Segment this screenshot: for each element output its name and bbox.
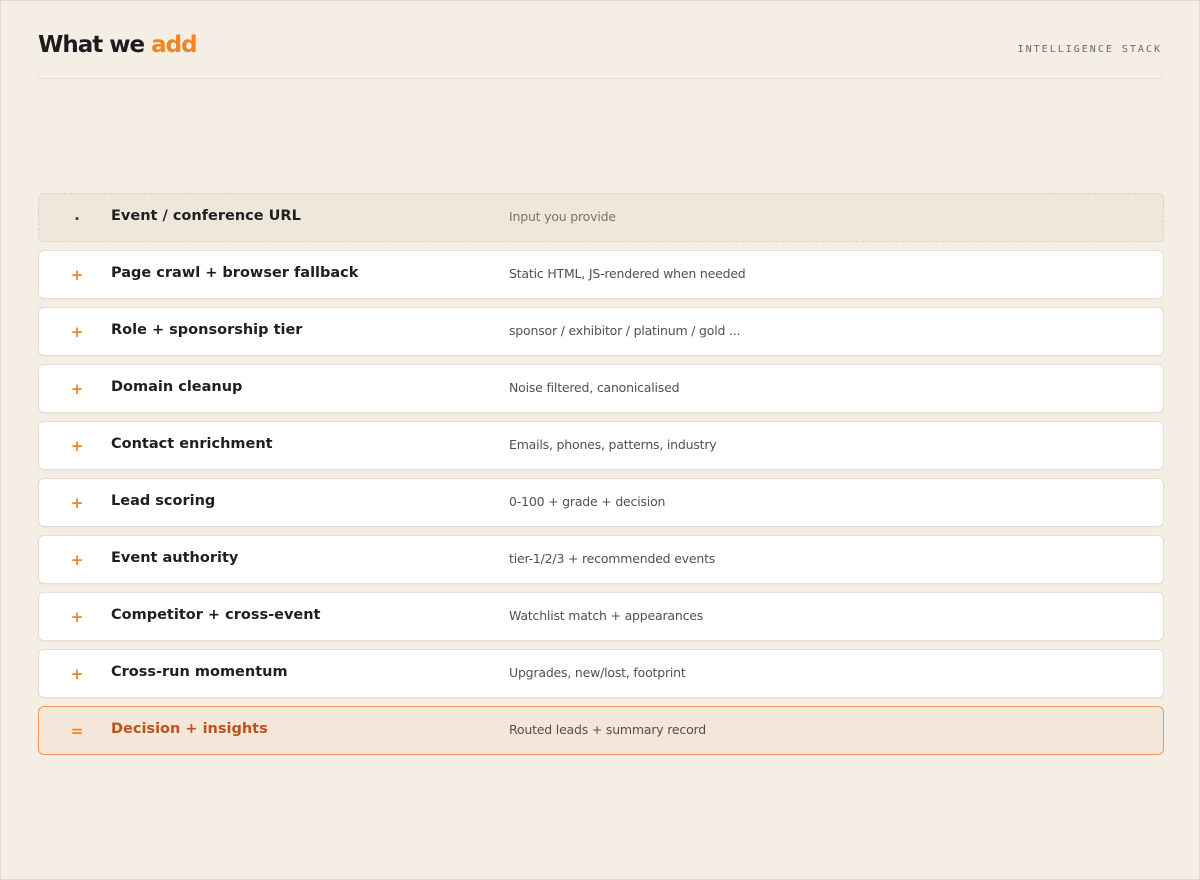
- stack-row-competitor: + Competitor + cross-event Watchlist mat…: [38, 592, 1164, 641]
- stack-row-contact-enrichment: + Contact enrichment Emails, phones, pat…: [38, 421, 1164, 470]
- intelligence-stack-list: . Event / conference URL Input you provi…: [38, 193, 1164, 763]
- page-title-accent: add: [151, 32, 197, 58]
- stack-row-name: Event authority: [111, 550, 239, 566]
- stack-row-event-url: . Event / conference URL Input you provi…: [38, 193, 1164, 242]
- stack-row-name: Competitor + cross-event: [111, 607, 321, 623]
- stack-row-description: Static HTML, JS-rendered when needed: [509, 266, 746, 281]
- equals-icon: =: [70, 722, 84, 740]
- plus-icon: +: [70, 437, 84, 455]
- header: What we add INTELLIGENCE STACK: [38, 1, 1162, 79]
- stack-row-name: Page crawl + browser fallback: [111, 265, 359, 281]
- plus-icon: +: [70, 665, 84, 683]
- stack-row-description: Upgrades, new/lost, footprint: [509, 665, 686, 680]
- stack-row-name: Domain cleanup: [111, 379, 243, 395]
- stack-row-cross-run-momentum: + Cross-run momentum Upgrades, new/lost,…: [38, 649, 1164, 698]
- stack-row-name: Event / conference URL: [111, 208, 301, 224]
- stack-row-page-crawl: + Page crawl + browser fallback Static H…: [38, 250, 1164, 299]
- stack-row-description: Emails, phones, patterns, industry: [509, 437, 717, 452]
- page-title-prefix: What we: [38, 32, 152, 58]
- plus-icon: +: [70, 494, 84, 512]
- plus-icon: +: [70, 323, 84, 341]
- stack-row-description: Watchlist match + appearances: [509, 608, 704, 623]
- plus-icon: +: [70, 266, 84, 284]
- plus-icon: +: [70, 380, 84, 398]
- stack-row-role-sponsorship: + Role + sponsorship tier sponsor / exhi…: [38, 307, 1164, 356]
- section-eyebrow: INTELLIGENCE STACK: [1017, 44, 1162, 55]
- stack-row-name: Cross-run momentum: [111, 664, 288, 680]
- stack-row-lead-scoring: + Lead scoring 0-100 + grade + decision: [38, 478, 1164, 527]
- plus-icon: +: [70, 608, 84, 626]
- page: What we add INTELLIGENCE STACK . Event /…: [0, 0, 1200, 880]
- page-title: What we add: [38, 31, 198, 59]
- stack-row-description: 0-100 + grade + decision: [509, 494, 666, 509]
- stack-row-description: tier-1/2/3 + recommended events: [509, 551, 716, 566]
- stack-row-description: Routed leads + summary record: [509, 722, 706, 737]
- dot-icon: .: [74, 206, 80, 224]
- stack-row-description: Input you provide: [509, 209, 616, 224]
- stack-row-name: Lead scoring: [111, 493, 216, 509]
- stack-row-decision-insights: = Decision + insights Routed leads + sum…: [38, 706, 1164, 755]
- stack-row-name: Contact enrichment: [111, 436, 273, 452]
- stack-row-description: sponsor / exhibitor / platinum / gold ..…: [509, 323, 741, 338]
- stack-row-description: Noise filtered, canonicalised: [509, 380, 680, 395]
- stack-row-name: Role + sponsorship tier: [111, 322, 303, 338]
- plus-icon: +: [70, 551, 84, 569]
- stack-row-domain-cleanup: + Domain cleanup Noise filtered, canonic…: [38, 364, 1164, 413]
- stack-row-event-authority: + Event authority tier-1/2/3 + recommend…: [38, 535, 1164, 584]
- stack-row-name: Decision + insights: [111, 721, 268, 737]
